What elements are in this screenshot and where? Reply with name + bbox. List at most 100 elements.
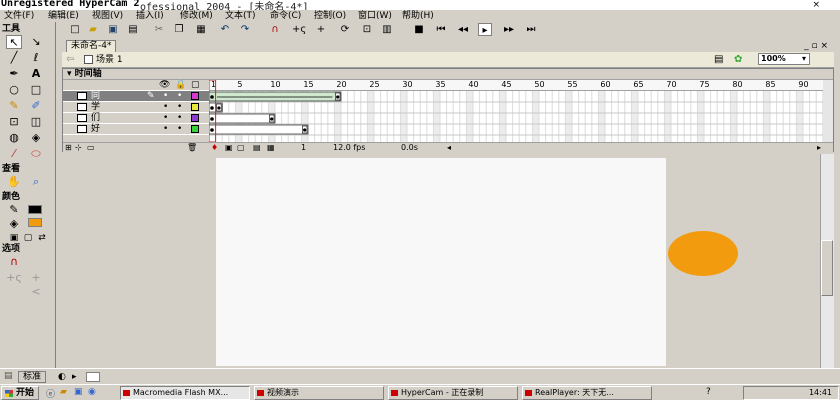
frame-tracks[interactable] xyxy=(209,80,823,142)
lasso-tool-icon[interactable]: ℓ xyxy=(28,51,44,65)
eraser-tool-icon[interactable]: ⬭ xyxy=(28,147,44,161)
scrollbar-thumb[interactable] xyxy=(821,240,833,296)
rectangle-tool-icon[interactable]: □ xyxy=(28,83,44,97)
menu-insert[interactable]: 插入(I) xyxy=(136,10,164,22)
option-smooth-icon[interactable]: +ς xyxy=(6,271,22,285)
close-icon[interactable]: × xyxy=(812,0,820,10)
pen-tool-icon[interactable]: ✒ xyxy=(6,67,22,81)
add-folder-icon[interactable]: ▭ xyxy=(87,143,95,152)
oval-tool-icon[interactable]: ○ xyxy=(6,83,22,97)
layer-color-swatch[interactable] xyxy=(191,92,199,100)
stage-canvas[interactable] xyxy=(216,158,666,366)
help-icon[interactable]: ? xyxy=(706,387,711,397)
document-window-controls[interactable]: _ ▫ × xyxy=(804,40,828,52)
step-forward-icon[interactable]: ▸▸ xyxy=(502,23,516,36)
toggle-icon-2[interactable]: ▸ xyxy=(72,372,77,382)
menu-control[interactable]: 控制(O) xyxy=(314,10,346,22)
line-tool-icon[interactable]: ╱ xyxy=(6,51,22,65)
menu-commands[interactable]: 命令(C) xyxy=(270,10,301,22)
quick-launch-folder-icon[interactable]: ▰ xyxy=(60,387,67,397)
task-video-demo[interactable]: 视频演示 xyxy=(254,386,384,400)
layer-row[interactable]: 们 • • xyxy=(63,113,209,124)
task-flash[interactable]: Macromedia Flash MX... xyxy=(120,386,250,400)
lock-icon[interactable]: 🔒 xyxy=(175,80,186,90)
smooth-icon[interactable]: +ς xyxy=(292,23,306,36)
onion-outline-icon[interactable]: ▢ xyxy=(237,143,245,152)
layer-row[interactable]: 同 ✎ • • xyxy=(63,91,209,102)
layer-color-swatch[interactable] xyxy=(191,125,199,133)
timeline-scrollbar[interactable] xyxy=(823,80,833,142)
center-frame-icon[interactable]: ♦ xyxy=(211,143,219,152)
arrow-tool-icon[interactable]: ↖ xyxy=(6,35,22,49)
fill-transform-tool-icon[interactable]: ◫ xyxy=(28,115,44,129)
quick-launch-desktop-icon[interactable]: ▣ xyxy=(74,387,83,397)
open-icon[interactable]: ▰ xyxy=(86,23,100,36)
paste-icon[interactable]: ▦ xyxy=(194,23,208,36)
quick-launch-ie-icon[interactable]: ⓔ xyxy=(46,387,55,400)
quick-launch-media-icon[interactable]: ◉ xyxy=(88,387,96,397)
layer-row[interactable]: 好 • • xyxy=(63,124,209,135)
layer-row[interactable]: 学 • • xyxy=(63,102,209,113)
toggle-icon[interactable]: ◐ xyxy=(58,372,66,382)
menu-file[interactable]: 文件(F) xyxy=(4,10,34,22)
edit-frames-icon[interactable]: ▤ xyxy=(253,143,261,152)
save-icon[interactable]: ▣ xyxy=(106,23,120,36)
timeline-header[interactable]: ▾ 时间轴 xyxy=(63,69,833,80)
align-icon[interactable]: ▥ xyxy=(380,23,394,36)
menu-text[interactable]: 文本(T) xyxy=(225,10,256,22)
play-icon[interactable]: ▸ xyxy=(478,23,492,36)
outline-icon[interactable]: ▢ xyxy=(191,80,200,90)
layer-color-swatch[interactable] xyxy=(191,103,199,111)
mini-panel-icon[interactable] xyxy=(86,372,100,382)
print-icon[interactable]: ▤ xyxy=(126,23,140,36)
swap-colors-icon[interactable]: ⇄ xyxy=(34,231,50,245)
step-back-icon[interactable]: ◂◂ xyxy=(456,23,470,36)
menu-view[interactable]: 视图(V) xyxy=(92,10,123,22)
onion-markers-icon[interactable]: ▦ xyxy=(267,143,275,152)
eye-icon[interactable]: 👁 xyxy=(159,80,170,90)
stop-icon[interactable]: ■ xyxy=(412,23,426,36)
paint-bucket-tool-icon[interactable]: ◈ xyxy=(28,131,44,145)
menu-modify[interactable]: 修改(M) xyxy=(180,10,213,22)
snap-magnet-icon[interactable]: ∩ xyxy=(6,255,22,269)
undo-icon[interactable]: ↶ xyxy=(218,23,232,36)
chevron-down-icon[interactable]: ▾ xyxy=(802,54,806,63)
stroke-color-swatch[interactable] xyxy=(28,205,42,214)
free-transform-tool-icon[interactable]: ⊡ xyxy=(6,115,22,129)
delete-layer-icon[interactable]: 🗑 xyxy=(187,143,198,152)
frame-grid[interactable]: 1 5 10 15 20 25 30 35 40 45 50 55 60 65 70 75 80 85 90 xyxy=(209,80,823,142)
task-hypercam[interactable]: HyperCam - 正在录制 xyxy=(388,386,518,400)
rotate-icon[interactable]: ⟳ xyxy=(338,23,352,36)
rewind-icon[interactable]: ⏮ xyxy=(434,23,448,36)
add-layer-icon[interactable]: ⊞ xyxy=(65,143,72,152)
option-straighten-icon[interactable]: +< xyxy=(28,271,44,298)
scroll-left-icon[interactable]: ◂ xyxy=(447,143,452,152)
menu-edit[interactable]: 编辑(E) xyxy=(48,10,79,22)
copy-icon[interactable]: ❐ xyxy=(172,23,186,36)
back-arrow-icon[interactable]: ⇦ xyxy=(66,54,74,65)
straighten-icon[interactable]: +< xyxy=(314,23,328,48)
start-button[interactable]: 开始 xyxy=(1,386,39,400)
scale-icon[interactable]: ⊡ xyxy=(360,23,374,36)
orange-circle-shape[interactable] xyxy=(668,231,738,276)
collapse-arrow-icon[interactable]: ▾ xyxy=(67,69,75,79)
magnet-icon[interactable]: ∩ xyxy=(268,23,282,36)
zoom-tool-icon[interactable]: ⌕ xyxy=(28,175,44,189)
fill-color-icon[interactable]: ◈ xyxy=(6,217,22,231)
stroke-color-icon[interactable]: ✎ xyxy=(6,203,22,217)
menu-window[interactable]: 窗口(W) xyxy=(358,10,392,22)
eyedropper-tool-icon[interactable]: ⁄ xyxy=(6,147,22,161)
edit-scene-icon[interactable]: ▤ xyxy=(714,54,723,65)
brush-tool-icon[interactable]: ✐ xyxy=(28,99,44,113)
standard-toolbar-label[interactable]: 标准 xyxy=(18,371,47,383)
hand-tool-icon[interactable]: ✋ xyxy=(6,175,22,189)
task-realplayer[interactable]: RealPlayer: 天下无... xyxy=(522,386,652,400)
scroll-right-icon[interactable]: ▸ xyxy=(817,143,822,152)
subselect-tool-icon[interactable]: ↘ xyxy=(28,35,44,49)
add-guide-icon[interactable]: ⊹ xyxy=(75,143,82,152)
fill-color-swatch[interactable] xyxy=(28,218,42,227)
pencil-tool-icon[interactable]: ✎ xyxy=(6,99,22,113)
new-icon[interactable]: □ xyxy=(68,23,82,36)
ink-bottle-tool-icon[interactable]: ◍ xyxy=(6,131,22,145)
document-tab[interactable]: 未命名-4* xyxy=(66,40,117,52)
